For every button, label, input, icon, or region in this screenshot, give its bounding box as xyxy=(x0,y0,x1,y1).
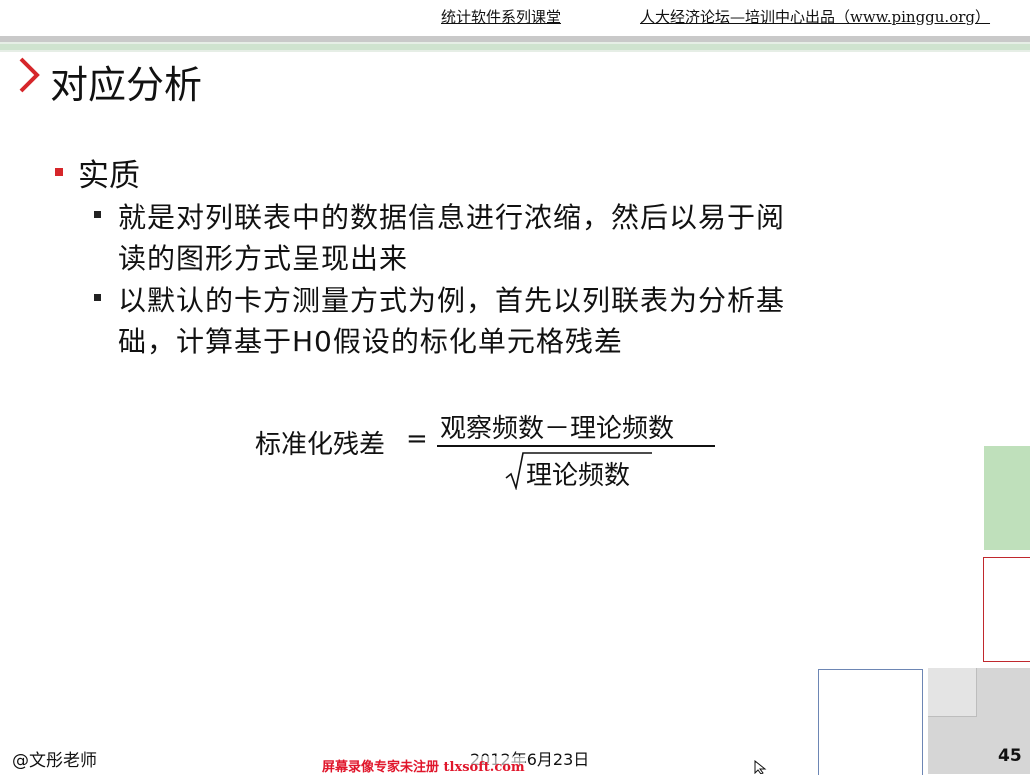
level1-item-text: 实质 xyxy=(78,158,140,194)
formula-fraction-bar xyxy=(437,445,715,447)
deco-gray-inner-block xyxy=(928,668,977,717)
formula-lhs: 标准化残差 xyxy=(255,430,386,460)
slide-title: 对应分析 xyxy=(50,63,203,107)
header-publisher: 人大经济论坛—培训中心出品（www.pinggu.org） xyxy=(640,8,991,26)
title-chevron-icon xyxy=(19,57,40,93)
header-course-title: 统计软件系列课堂 xyxy=(441,8,562,26)
formula-equals: = xyxy=(406,424,428,454)
deco-red-outline-block xyxy=(983,557,1030,662)
header-divider-green xyxy=(0,44,1030,50)
level2-item-2-line1: 以默认的卡方测量方式为例，首先以列联表为分析基 xyxy=(118,284,786,317)
deco-blue-outline-block xyxy=(818,669,923,775)
level1-bullet-icon xyxy=(55,168,63,176)
level2-item-1-line2: 读的图形方式呈现出来 xyxy=(118,242,409,275)
footer-watermark: 屏幕录像专家未注册 tlxsoft.com xyxy=(322,756,525,775)
deco-green-block xyxy=(984,446,1030,550)
formula-numerator: 观察频数－理论频数 xyxy=(440,414,675,444)
footer-author: @文彤老师 xyxy=(12,751,97,771)
level2-bullet-icon xyxy=(94,294,101,301)
formula-denominator: 理论频数 xyxy=(526,461,631,491)
mouse-cursor-icon xyxy=(754,760,767,774)
level2-item-1-line1: 就是对列联表中的数据信息进行浓缩，然后以易于阅 xyxy=(118,201,786,234)
level2-item-2-line2: 础，计算基于H0假设的标化单元格残差 xyxy=(118,325,623,358)
page-number: 45 xyxy=(998,746,1022,766)
level2-bullet-icon xyxy=(94,211,101,218)
